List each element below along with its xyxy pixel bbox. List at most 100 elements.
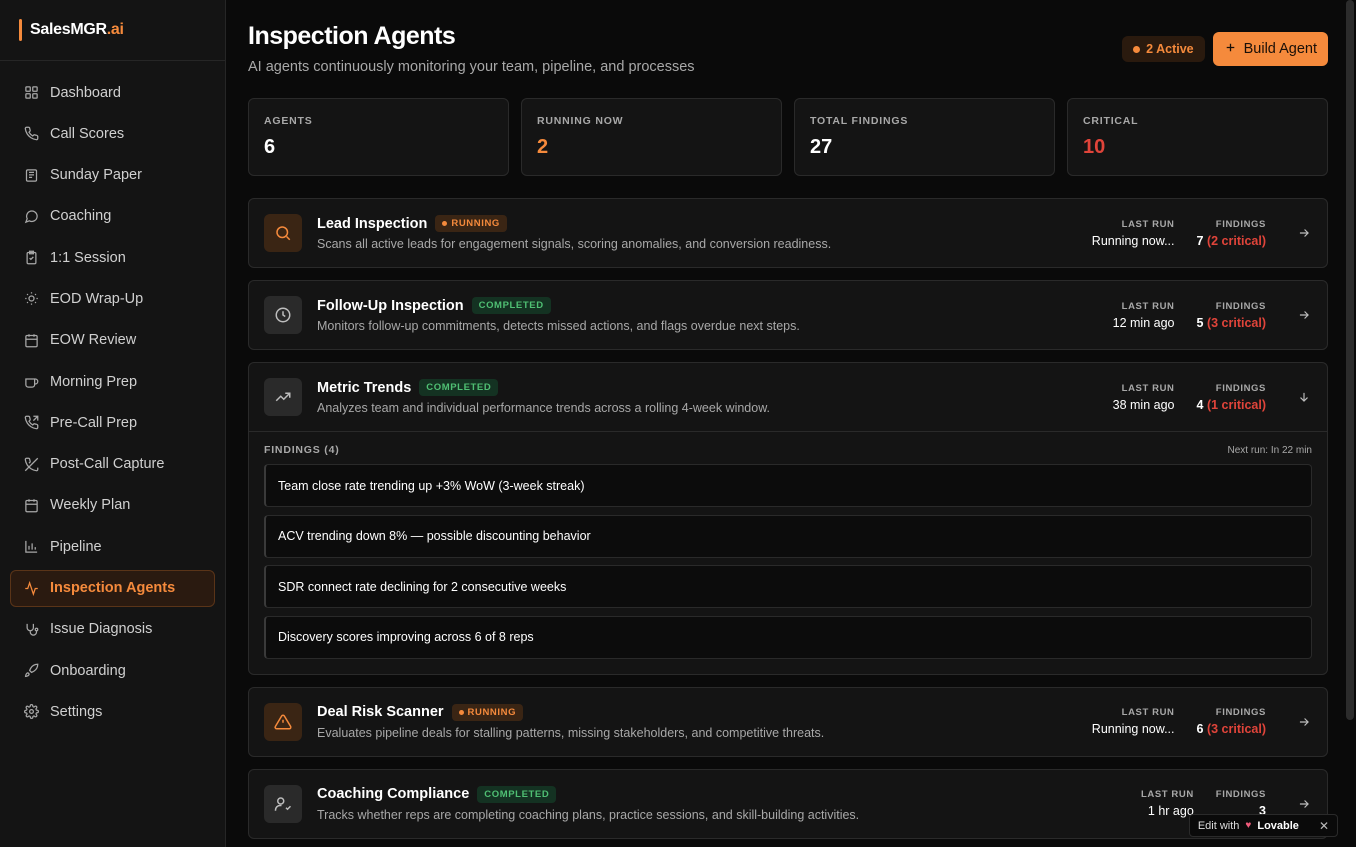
agent-card-lead-inspection: Lead Inspection RUNNING Scans all active … — [248, 198, 1328, 268]
status-badge: RUNNING — [435, 215, 507, 232]
agent-row[interactable]: Deal Risk Scanner RUNNING Evaluates pipel… — [249, 688, 1327, 756]
last-run-label: LAST RUN — [1121, 300, 1175, 312]
finding-item[interactable]: SDR connect rate declining for 2 consecu… — [264, 565, 1312, 608]
sidebar-item-label: Weekly Plan — [50, 497, 131, 514]
status-badge: RUNNING — [451, 703, 524, 721]
sidebar-item-label: 1:1 Session — [50, 249, 126, 266]
sidebar-item-pre-call-prep[interactable]: Pre-Call Prep — [10, 404, 215, 441]
sidebar-item-label: Issue Diagnosis — [50, 621, 153, 638]
brand[interactable]: SalesMGR.ai — [0, 0, 225, 61]
build-agent-button[interactable]: Build Agent — [1212, 32, 1328, 66]
last-run-label: LAST RUN — [1140, 789, 1194, 800]
agent-description: Scans all active leads for engagement si… — [317, 237, 832, 251]
agent-name: Deal Risk Scanner — [317, 704, 444, 720]
status-badge-label: RUNNING — [451, 218, 500, 229]
edit-with-lovable-badge[interactable]: Edit with ♥ Lovable ✕ — [1188, 814, 1338, 837]
findings-heading: FINDINGS (4) — [264, 444, 340, 456]
findings-value: 7 (2 critical) — [1196, 233, 1267, 248]
sidebar-item-label: Call Scores — [50, 125, 125, 142]
status-badge-label: COMPLETED — [478, 300, 544, 311]
heart-icon: ♥ — [1245, 820, 1252, 831]
arrow-right-icon[interactable] — [1296, 796, 1312, 812]
sidebar-item-sunday-paper[interactable]: Sunday Paper — [10, 157, 215, 194]
sidebar-item-eod-wrap-up[interactable]: EOD Wrap-Up — [10, 280, 215, 317]
stethoscope-icon — [23, 621, 39, 637]
scrollbar[interactable] — [1346, 0, 1354, 720]
last-run-label: LAST RUN — [1121, 382, 1175, 394]
sidebar-item-label: Pipeline — [50, 538, 102, 555]
sidebar-item-label: Onboarding — [50, 662, 126, 679]
sidebar-item-issue-diagnosis[interactable]: Issue Diagnosis — [10, 611, 215, 648]
finding-item[interactable]: ACV trending down 8% — possible discount… — [264, 514, 1312, 558]
sidebar-nav: Dashboard Call Scores Sunday Paper Coach… — [0, 61, 225, 730]
arrow-right-icon[interactable] — [1296, 225, 1312, 241]
sidebar-item-label: Post-Call Capture — [50, 456, 165, 473]
sidebar-item-post-call-capture[interactable]: Post-Call Capture — [10, 446, 215, 483]
sidebar-item-1-1-session[interactable]: 1:1 Session — [10, 239, 215, 276]
arrow-down-icon[interactable] — [1296, 389, 1312, 405]
agent-card-deal-risk-scanner: Deal Risk Scanner RUNNING Evaluates pipel… — [248, 686, 1328, 757]
sidebar-item-eow-review[interactable]: EOW Review — [10, 322, 215, 359]
newspaper-icon — [23, 167, 39, 183]
findings-panel: FINDINGS (4) Next run: In 22 min Team cl… — [249, 431, 1327, 674]
sidebar-item-label: Morning Prep — [50, 373, 138, 390]
sidebar-item-call-scores[interactable]: Call Scores — [10, 115, 215, 152]
agent-row[interactable]: Lead Inspection RUNNING Scans all active … — [249, 199, 1327, 267]
gear-icon — [23, 704, 39, 720]
page-subtitle: AI agents continuously monitoring your t… — [248, 59, 695, 75]
stat-card-total-findings: TOTAL FINDINGS 27 — [794, 98, 1055, 176]
last-run-label: LAST RUN — [1121, 218, 1175, 230]
stat-value: 6 — [264, 136, 276, 158]
stats-row: AGENTS 6 RUNNING NOW 2 TOTAL FINDINGS 27 CR… — [248, 98, 1328, 176]
agent-row[interactable]: Coaching Compliance COMPLETED Tracks whet… — [249, 770, 1327, 838]
sidebar-item-pipeline[interactable]: Pipeline — [10, 528, 215, 565]
status-badge-label: RUNNING — [467, 706, 517, 718]
stat-value: 10 — [1083, 136, 1106, 158]
sidebar-item-morning-prep[interactable]: Morning Prep — [10, 363, 215, 400]
agent-name: Follow-Up Inspection — [317, 297, 464, 314]
agent-description: Monitors follow-up commitments, detects … — [317, 319, 800, 333]
arrow-right-icon[interactable] — [1296, 714, 1312, 730]
bar-chart-icon — [23, 539, 39, 555]
status-badge: COMPLETED — [477, 785, 557, 803]
sun-icon — [23, 291, 39, 307]
calendar-icon — [23, 497, 39, 513]
findings-label: FINDINGS — [1215, 382, 1266, 394]
agent-description: Tracks whether reps are completing coach… — [317, 807, 860, 822]
active-count-label: 2 Active — [1146, 42, 1194, 56]
last-run-value: Running now... — [1091, 722, 1175, 736]
sidebar-item-inspection-agents[interactable]: Inspection Agents — [10, 569, 215, 607]
sidebar-item-dashboard[interactable]: Dashboard — [10, 74, 215, 111]
stat-label: CRITICAL — [1083, 115, 1139, 127]
stat-value: 2 — [537, 136, 549, 158]
lovable-brand: Lovable — [1257, 819, 1299, 832]
coffee-icon — [23, 374, 39, 390]
page-title: Inspection Agents — [248, 22, 456, 50]
sidebar-item-onboarding[interactable]: Onboarding — [10, 652, 215, 689]
last-run-label: LAST RUN — [1121, 707, 1175, 718]
alert-triangle-icon — [264, 702, 302, 741]
stat-card-critical: CRITICAL 10 — [1067, 98, 1328, 176]
agent-card-follow-up-inspection: Follow-Up Inspection COMPLETED Monitors f… — [248, 280, 1328, 350]
sidebar-item-settings[interactable]: Settings — [10, 693, 215, 730]
stat-label: TOTAL FINDINGS — [810, 115, 909, 127]
status-badge-label: COMPLETED — [484, 788, 550, 800]
finding-item[interactable]: Team close rate trending up +3% WoW (3-w… — [264, 464, 1312, 507]
sidebar-item-label: EOW Review — [50, 332, 137, 349]
active-agents-badge: 2 Active — [1122, 36, 1205, 62]
finding-item[interactable]: Discovery scores improving across 6 of 8… — [264, 615, 1312, 659]
sidebar-item-label: Inspection Agents — [50, 580, 176, 597]
activity-icon — [23, 580, 39, 596]
status-dot-icon — [458, 709, 464, 715]
agent-row[interactable]: Follow-Up Inspection COMPLETED Monitors f… — [249, 281, 1327, 349]
arrow-right-icon[interactable] — [1296, 307, 1312, 323]
sidebar-item-coaching[interactable]: Coaching — [10, 198, 215, 235]
close-icon[interactable]: ✕ — [1319, 819, 1329, 833]
agent-row[interactable]: Metric Trends COMPLETED Analyzes team and… — [249, 363, 1327, 431]
status-dot-icon — [442, 221, 448, 226]
agent-card-coaching-compliance: Coaching Compliance COMPLETED Tracks whet… — [248, 768, 1328, 839]
findings-label: FINDINGS — [1215, 300, 1266, 312]
status-badge: COMPLETED — [419, 379, 499, 396]
sidebar-item-weekly-plan[interactable]: Weekly Plan — [10, 487, 215, 524]
sidebar-item-label: Settings — [50, 703, 103, 720]
